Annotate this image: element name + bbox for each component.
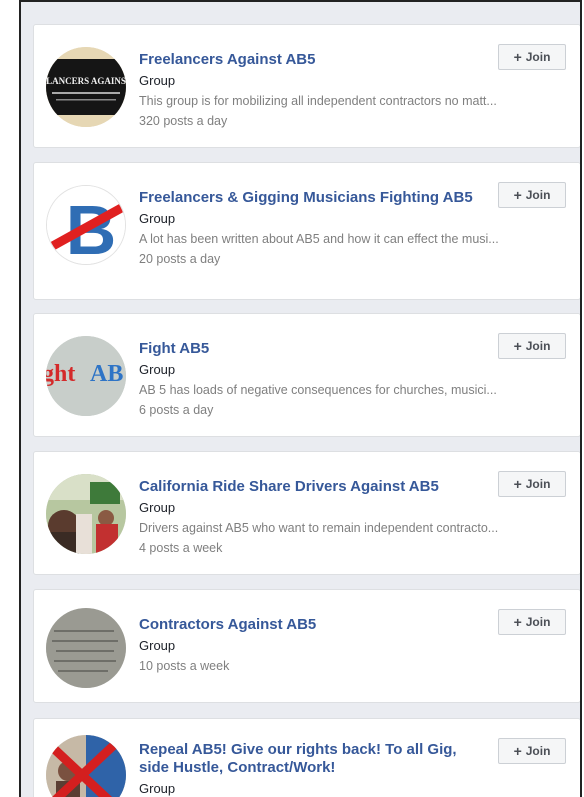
- group-avatar[interactable]: B: [46, 185, 126, 265]
- group-description: A lot has been written about AB5 and how…: [139, 232, 499, 246]
- group-description: AB 5 has loads of negative consequences …: [139, 383, 497, 397]
- group-name[interactable]: Freelancers Against AB5: [139, 51, 480, 69]
- join-button[interactable]: + Join: [498, 609, 566, 635]
- group-type: Group: [139, 73, 176, 88]
- join-button[interactable]: + Join: [498, 182, 566, 208]
- join-label: Join: [525, 50, 551, 64]
- group-name[interactable]: California Ride Share Drivers Against AB…: [139, 478, 480, 496]
- group-card: LANCERS AGAINS Freelancers Against AB5 G…: [33, 24, 580, 148]
- group-type: Group: [139, 500, 176, 515]
- avatar-banner-text: ght: [46, 361, 75, 387]
- join-label: Join: [525, 477, 551, 491]
- group-name[interactable]: Repeal AB5! Give our rights back! To all…: [139, 741, 480, 777]
- group-name[interactable]: Fight AB5: [139, 340, 480, 358]
- group-card: Contractors Against AB5 Group 10 posts a…: [33, 589, 580, 703]
- plus-icon: +: [513, 614, 522, 630]
- group-activity: 4 posts a week: [139, 541, 223, 555]
- plus-icon: +: [513, 49, 522, 65]
- join-button[interactable]: + Join: [498, 471, 566, 497]
- plus-icon: +: [513, 476, 522, 492]
- group-type: Group: [139, 781, 176, 796]
- avatar-banner-text: LANCERS AGAINS: [46, 76, 126, 86]
- group-name[interactable]: Contractors Against AB5: [139, 616, 480, 634]
- join-button[interactable]: + Join: [498, 44, 566, 70]
- join-button[interactable]: + Join: [498, 333, 566, 359]
- group-avatar[interactable]: LANCERS AGAINS: [46, 47, 126, 127]
- avatar-banner-text: AB: [90, 361, 123, 387]
- group-type: Group: [139, 211, 176, 226]
- join-label: Join: [525, 188, 551, 202]
- group-avatar[interactable]: ght AB: [46, 336, 126, 416]
- group-activity: 20 posts a day: [139, 252, 221, 266]
- group-activity: 320 posts a day: [139, 114, 228, 128]
- group-type: Group: [139, 362, 176, 377]
- plus-icon: +: [513, 338, 522, 354]
- join-button[interactable]: + Join: [498, 738, 566, 764]
- group-card: ght AB Fight AB5 Group AB 5 has loads of…: [33, 313, 580, 437]
- group-card: B Freelancers & Gigging Musicians Fighti…: [33, 162, 580, 300]
- group-avatar[interactable]: [46, 735, 126, 797]
- join-label: Join: [525, 339, 551, 353]
- group-avatar[interactable]: [46, 474, 126, 554]
- group-activity: 6 posts a day: [139, 403, 214, 417]
- group-description: This group is for mobilizing all indepen…: [139, 94, 497, 108]
- group-name[interactable]: Freelancers & Gigging Musicians Fighting…: [139, 189, 480, 207]
- group-results-list: LANCERS AGAINS Freelancers Against AB5 G…: [19, 0, 582, 797]
- group-description: Drivers against AB5 who want to remain i…: [139, 521, 499, 535]
- join-label: Join: [525, 615, 551, 629]
- join-label: Join: [525, 744, 551, 758]
- group-type: Group: [139, 638, 176, 653]
- group-activity: 10 posts a week: [139, 659, 230, 673]
- plus-icon: +: [513, 187, 522, 203]
- group-card: Repeal AB5! Give our rights back! To all…: [33, 718, 580, 797]
- plus-icon: +: [513, 743, 522, 759]
- group-avatar[interactable]: [46, 608, 126, 688]
- group-card: California Ride Share Drivers Against AB…: [33, 451, 580, 575]
